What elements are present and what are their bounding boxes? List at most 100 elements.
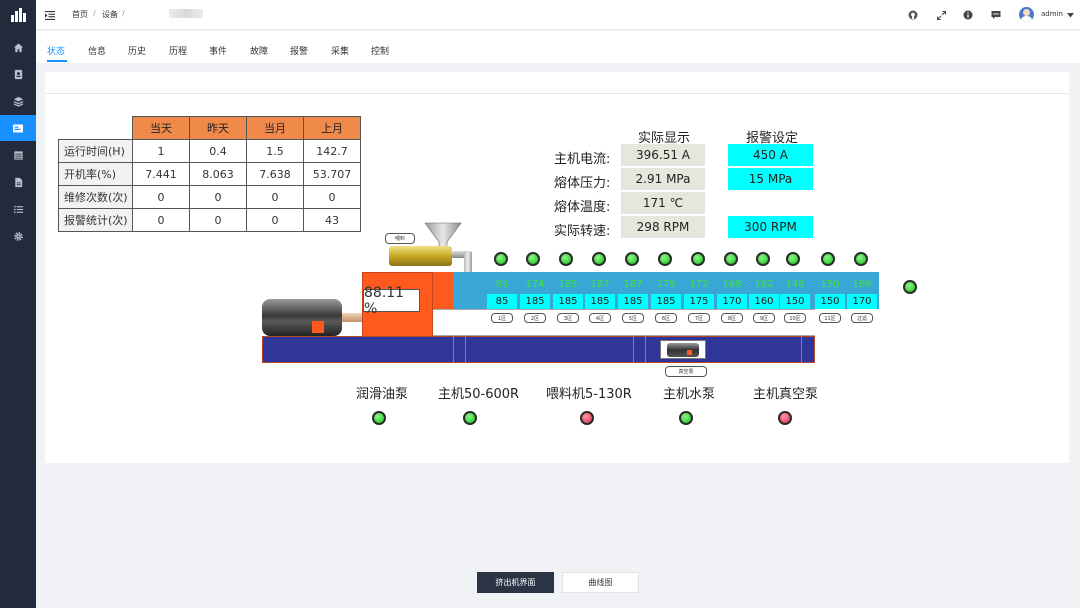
github-icon[interactable]: [907, 9, 919, 21]
zone-label: 4区: [589, 313, 611, 323]
nav-list-icon[interactable]: [0, 196, 36, 222]
active-tab-indicator: [47, 60, 67, 62]
table-cell: 0: [303, 185, 361, 209]
row-header: 维修次数(次): [58, 185, 133, 209]
zone-label: 8区: [721, 313, 743, 323]
table-cell: 7.638: [246, 162, 304, 186]
alarm-speed-value[interactable]: 300 RPM: [728, 216, 813, 238]
reading-label: 熔体压力:: [554, 176, 611, 191]
extruder-view-button[interactable]: 挤出机界面: [477, 572, 554, 593]
table-cell: 0: [189, 208, 247, 232]
gearbox-extension: [433, 272, 453, 309]
alarm-current-value[interactable]: 450 A: [728, 144, 813, 166]
col-header: 上月: [303, 116, 361, 140]
feeder-status-light: [580, 411, 594, 425]
caret-down-icon[interactable]: [1064, 9, 1076, 21]
reading-label: 实际转速:: [554, 224, 611, 239]
zone-actual-temp: 85: [495, 279, 509, 290]
table-cell: 0: [132, 185, 190, 209]
base-divider: [645, 336, 646, 363]
table-cell: 0.4: [189, 139, 247, 163]
zone-status-light: [854, 252, 868, 266]
nav-layers-icon[interactable]: [0, 88, 36, 114]
zone-label: 5区: [622, 313, 644, 323]
tab-course[interactable]: 历程: [169, 44, 187, 57]
col-header: 当天: [132, 116, 190, 140]
alarm-pressure-value[interactable]: 15 MPa: [728, 168, 813, 190]
zone-actual-temp: 162: [754, 279, 774, 290]
actual-pressure-value: 2.91 MPa: [621, 168, 705, 190]
zone-set-temp[interactable]: 170: [717, 294, 747, 309]
table-cell: 0: [132, 208, 190, 232]
vacuum-pump: [660, 340, 706, 359]
zone-status-light: [786, 252, 800, 266]
tab-collection[interactable]: 采集: [331, 44, 349, 57]
tab-control[interactable]: 控制: [371, 44, 389, 57]
equipment-label: 润滑油泵: [356, 387, 409, 402]
tab-faults[interactable]: 故障: [250, 44, 268, 57]
nav-settings-icon[interactable]: [0, 223, 36, 249]
zone-set-temp[interactable]: 185: [585, 294, 615, 309]
tab-alarms[interactable]: 报警: [290, 44, 308, 57]
zone-status-light: [658, 252, 672, 266]
breadcrumb-device[interactable]: 设备: [102, 9, 118, 20]
zone-set-temp[interactable]: 160: [749, 294, 779, 309]
breadcrumb-home[interactable]: 首页: [72, 9, 88, 20]
table-row: 报警统计(次) 0 0 0 43: [58, 208, 361, 232]
zone-label: 过滤: [851, 313, 873, 323]
vacuum-label: 真空泵: [665, 366, 707, 377]
zone-set-temp[interactable]: 185: [651, 294, 681, 309]
table-cell: 43: [303, 208, 361, 232]
extra-status-light: [903, 280, 917, 294]
equipment-label: 喂料机5-130R: [546, 387, 632, 402]
tab-info[interactable]: 信息: [88, 44, 106, 57]
vacuum-pump-status-light: [778, 411, 792, 425]
nav-table-icon[interactable]: [0, 142, 36, 168]
tab-history[interactable]: 历史: [128, 44, 146, 57]
zone-set-temp[interactable]: 185: [520, 294, 550, 309]
nav-device-icon[interactable]: [0, 115, 36, 141]
zone-label: 6区: [655, 313, 677, 323]
motor-terminal: [312, 321, 324, 333]
tab-status[interactable]: 状态: [47, 44, 65, 57]
zone-set-temp[interactable]: 185: [553, 294, 583, 309]
table-row: 运行时间(H) 1 0.4 1.5 142.7: [58, 139, 361, 163]
zone-set-temp[interactable]: 150: [780, 294, 810, 309]
col-header: 当月: [246, 116, 304, 140]
table-cell: 1.5: [246, 139, 304, 163]
water-pump-status-light: [679, 411, 693, 425]
zone-status-light: [494, 252, 508, 266]
equipment-label: 主机50-600R: [438, 387, 520, 402]
stats-corner: [59, 117, 133, 140]
zone-actual-temp: 172: [689, 279, 709, 290]
load-percent: 88.11 %: [363, 285, 420, 317]
base-divider: [633, 336, 634, 363]
zone-set-temp[interactable]: 150: [815, 294, 845, 309]
info-icon[interactable]: [962, 9, 974, 21]
tab-events[interactable]: 事件: [209, 44, 227, 57]
zone-set-temp[interactable]: 170: [847, 294, 877, 309]
menu-fold-icon[interactable]: [44, 9, 56, 21]
zone-actual-temp: 169: [852, 279, 872, 290]
zone-status-light: [821, 252, 835, 266]
zone-set-temp[interactable]: 175: [684, 294, 714, 309]
nav-contacts-icon[interactable]: [0, 61, 36, 87]
zone-label: 11区: [819, 313, 841, 323]
username[interactable]: admin: [1041, 10, 1063, 18]
tab-bar: 状态 信息 历史 历程 事件 故障 报警 采集 控制: [36, 31, 1080, 63]
table-cell: 1: [132, 139, 190, 163]
zone-set-temp[interactable]: 185: [618, 294, 648, 309]
avatar[interactable]: [1019, 7, 1034, 22]
actual-current-value: 396.51 A: [621, 144, 705, 166]
fullscreen-icon[interactable]: [935, 9, 947, 21]
panel-divider: [45, 93, 1069, 94]
message-icon[interactable]: [990, 9, 1002, 21]
curve-chart-button[interactable]: 曲线图: [562, 572, 639, 593]
nav-document-icon[interactable]: [0, 169, 36, 195]
nav-home-icon[interactable]: [0, 34, 36, 60]
zone-status-light: [756, 252, 770, 266]
zone-set-temp[interactable]: 85: [487, 294, 517, 309]
zone-label: 9区: [753, 313, 775, 323]
zone-label: 2区: [524, 313, 546, 323]
zone-actual-temp: 148: [785, 279, 805, 290]
